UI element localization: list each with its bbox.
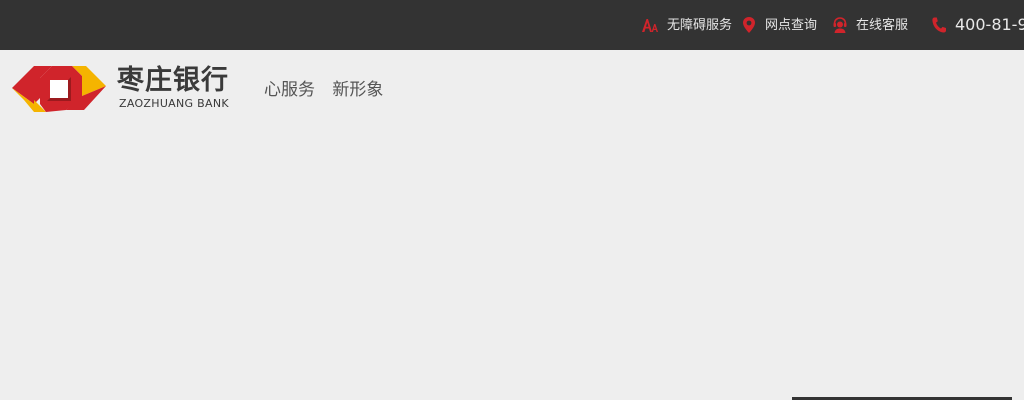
hotline-link[interactable]: 400-81-9 (931, 0, 1024, 50)
slogan-part-1: 心服务 (264, 80, 315, 100)
accessibility-service-label: 无障碍服务 (667, 17, 733, 33)
outlet-search-label: 网点查询 (765, 17, 818, 33)
bank-name-chinese: 枣庄银行 (117, 65, 229, 96)
header: 枣庄银行 ZAOZHUANG BANK 心服务 新形象 (0, 50, 1024, 128)
online-service-label: 在线客服 (856, 17, 909, 33)
bank-name-english: ZAOZHUANG BANK (119, 97, 229, 110)
bank-logo-mark-icon (12, 66, 106, 112)
page: 无障碍服务 网点查询 在线客服 400-81-9 枣庄银行 ZAOZHUANG … (0, 0, 1024, 400)
slogan-part-2: 新形象 (332, 80, 384, 100)
hotline-number: 400-81-9 (955, 15, 1024, 34)
bank-logo[interactable]: 枣庄银行 ZAOZHUANG BANK (12, 64, 252, 114)
accessibility-icon (641, 17, 659, 33)
phone-icon (931, 16, 947, 34)
slogan: 心服务 新形象 (264, 78, 383, 102)
top-bar: 无障碍服务 网点查询 在线客服 400-81-9 (0, 0, 1024, 50)
outlet-search-link[interactable]: 网点查询 (741, 0, 817, 50)
customer-service-icon (832, 16, 848, 34)
accessibility-service-link[interactable]: 无障碍服务 (641, 0, 732, 50)
location-pin-icon (741, 16, 757, 34)
online-service-link[interactable]: 在线客服 (832, 0, 908, 50)
